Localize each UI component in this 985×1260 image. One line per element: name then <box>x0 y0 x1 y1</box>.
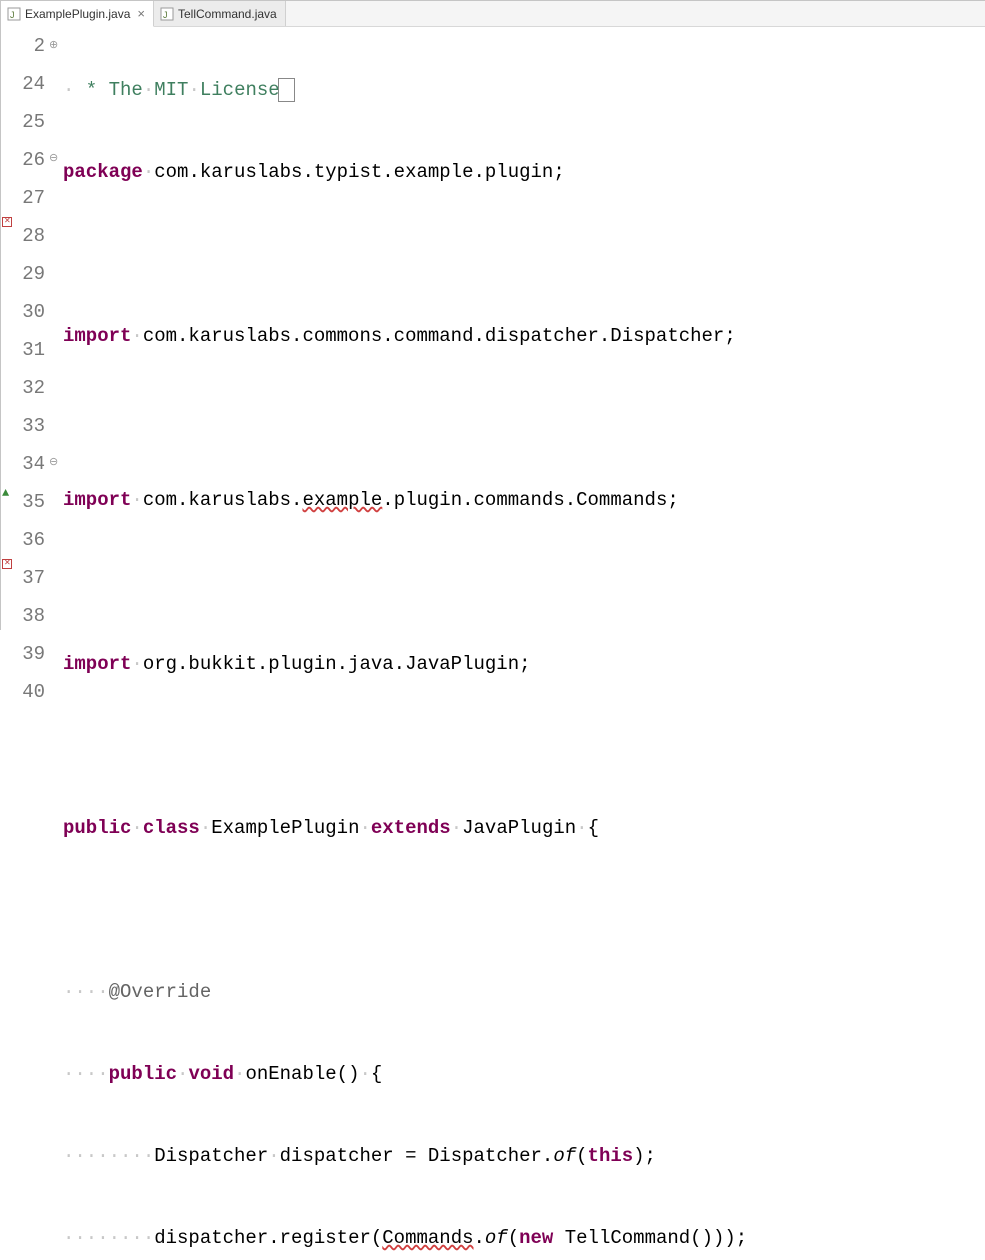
line-number: 24 <box>15 65 45 103</box>
line-number: 29 <box>15 255 45 293</box>
line-number: 36 <box>15 521 45 559</box>
error-marker[interactable] <box>2 217 14 229</box>
line-number: 33 <box>15 407 45 445</box>
code-line <box>63 235 985 273</box>
code-line: import·com.karuslabs.commons.command.dis… <box>63 317 985 355</box>
code-line: ········Dispatcher·dispatcher = Dispatch… <box>63 1137 985 1175</box>
svg-text:J: J <box>10 10 15 20</box>
svg-text:J: J <box>163 10 168 20</box>
fold-collapse-icon[interactable]: ⊖ <box>49 455 58 469</box>
tab-label: TellCommand.java <box>178 7 277 21</box>
line-number: 31 <box>15 331 45 369</box>
code-line <box>63 563 985 601</box>
line-number: 35 <box>15 483 45 521</box>
tab-example-plugin[interactable]: J ExamplePlugin.java × <box>1 1 154 27</box>
code-line <box>63 891 985 929</box>
line-number: 27 <box>15 179 45 217</box>
code-editor[interactable]: ▲ 2 24 25 26 27 28 29 30 31 32 33 34 35 … <box>1 27 985 630</box>
code-line: ········dispatcher.register(Commands.of(… <box>63 1219 985 1257</box>
code-line <box>63 727 985 765</box>
line-number: 34 <box>15 445 45 483</box>
line-number: 38 <box>15 597 45 635</box>
tab-tell-command[interactable]: J TellCommand.java <box>154 1 286 26</box>
line-number-gutter: 2 24 25 26 27 28 29 30 31 32 33 34 35 36… <box>15 27 49 630</box>
code-line: ····public·void·onEnable()·{ <box>63 1055 985 1093</box>
code-area[interactable]: · * The·MIT·License package·com.karuslab… <box>61 27 985 630</box>
fold-collapse-icon[interactable]: ⊖ <box>49 151 58 165</box>
marker-bar: ▲ <box>1 27 15 630</box>
line-number: 37 <box>15 559 45 597</box>
code-line: import·com.karuslabs.example.plugin.comm… <box>63 481 985 519</box>
line-number: 26 <box>15 141 45 179</box>
java-file-icon: J <box>7 7 21 21</box>
code-line: import·org.bukkit.plugin.java.JavaPlugin… <box>63 645 985 683</box>
close-icon[interactable]: × <box>137 7 145 20</box>
code-line: · * The·MIT·License <box>63 71 985 109</box>
code-line: package·com.karuslabs.typist.example.plu… <box>63 153 985 191</box>
editor-tabs: J ExamplePlugin.java × J TellCommand.jav… <box>1 1 985 27</box>
line-number: 25 <box>15 103 45 141</box>
fold-column: ⊕ ⊖ ⊖ <box>49 27 61 630</box>
line-number: 30 <box>15 293 45 331</box>
error-marker[interactable] <box>2 559 14 571</box>
line-number: 39 <box>15 635 45 673</box>
override-marker[interactable]: ▲ <box>2 486 14 498</box>
fold-expand-icon[interactable]: ⊕ <box>49 38 58 52</box>
line-number: 40 <box>15 673 45 711</box>
java-file-icon: J <box>160 7 174 21</box>
code-line: public·class·ExamplePlugin·extends·JavaP… <box>63 809 985 847</box>
code-line <box>63 399 985 437</box>
code-line: ····@Override <box>63 973 985 1011</box>
tab-label: ExamplePlugin.java <box>25 7 130 21</box>
line-number: 32 <box>15 369 45 407</box>
line-number: 2 <box>15 27 45 65</box>
line-number: 28 <box>15 217 45 255</box>
